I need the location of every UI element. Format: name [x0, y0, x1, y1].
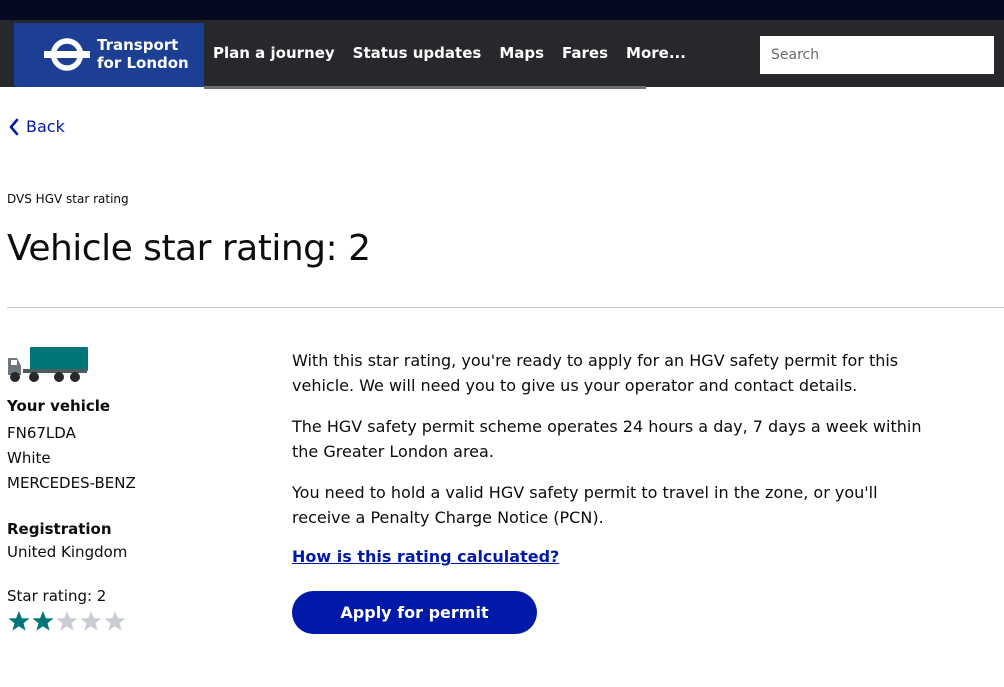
star-empty-icon	[104, 611, 126, 631]
info-paragraph-2: The HGV safety permit scheme operates 24…	[292, 417, 922, 461]
lorry-icon	[8, 347, 88, 382]
vehicle-details: Your vehicle FN67LDA White MERCEDES-BENZ	[7, 395, 136, 496]
vehicle-heading: Your vehicle	[7, 397, 111, 415]
search-input[interactable]	[760, 36, 994, 74]
back-label: Back	[26, 117, 65, 136]
rating-calculation-link[interactable]: How is this rating calculated?	[292, 547, 559, 566]
star-rating-details: Star rating: 2	[7, 585, 127, 632]
nav-plan-journey[interactable]: Plan a journey	[204, 44, 344, 62]
chevron-left-icon	[9, 118, 19, 135]
section-divider	[7, 307, 1004, 308]
nav-underline	[204, 86, 646, 89]
nav-fares[interactable]: Fares	[553, 44, 617, 62]
tfl-logo-link[interactable]: Transport for London	[14, 23, 204, 87]
page-caption: DVS HGV star rating	[7, 192, 129, 206]
nav-more[interactable]: More...	[617, 44, 695, 62]
registration-details: Registration United Kingdom	[7, 518, 127, 565]
logo-line2: for London	[97, 54, 189, 72]
logo-line1: Transport	[97, 36, 179, 54]
logo-text: Transport for London	[97, 36, 189, 72]
info-paragraph-1: With this star rating, you're ready to a…	[292, 351, 899, 395]
info-paragraph-3: You need to hold a valid HGV safety perm…	[292, 483, 878, 527]
registration-value: United Kingdom	[7, 543, 128, 561]
star-filled-icon	[32, 611, 54, 631]
permit-info: With this star rating, you're ready to a…	[292, 348, 932, 634]
vehicle-colour: White	[7, 449, 51, 467]
main-nav: Plan a journey Status updates Maps Fares…	[204, 20, 695, 86]
apply-permit-button[interactable]: Apply for permit	[292, 591, 537, 634]
back-link[interactable]: Back	[9, 117, 65, 136]
page-title: Vehicle star rating: 2	[7, 228, 371, 269]
nav-maps[interactable]: Maps	[490, 44, 553, 62]
star-rating-label: Star rating: 2	[7, 587, 107, 605]
registration-heading: Registration	[7, 520, 112, 538]
top-strip	[0, 0, 1004, 20]
vehicle-make: MERCEDES-BENZ	[7, 474, 136, 492]
star-rating-stars	[7, 610, 127, 632]
star-empty-icon	[56, 611, 78, 631]
vehicle-summary: Your vehicle FN67LDA White MERCEDES-BENZ…	[7, 346, 267, 631]
vehicle-plate: FN67LDA	[7, 424, 76, 442]
nav-status-updates[interactable]: Status updates	[344, 44, 491, 62]
star-filled-icon	[8, 611, 30, 631]
roundel-icon	[44, 38, 90, 71]
star-empty-icon	[80, 611, 102, 631]
